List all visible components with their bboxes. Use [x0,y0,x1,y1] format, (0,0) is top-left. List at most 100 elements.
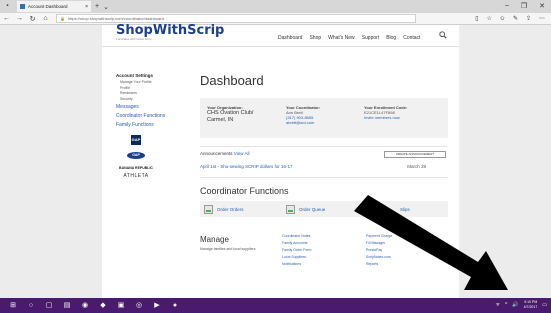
announcements-section: Announcements View All CREATE ANNOUNCEME… [200,146,448,178]
pen-icon[interactable]: ✎ [513,15,518,22]
start-icon[interactable]: ⊞ [8,301,18,311]
order-icon [204,204,213,214]
manage-links-col1: Coordinator Notes Family Accounts Family… [282,233,311,268]
banana-republic-logo[interactable]: BANANA REPUBLIC [116,166,156,170]
announcement-link[interactable]: April 1st - Sho-sewing SCRIP dollars for… [200,164,292,169]
favicon-icon [20,4,25,9]
nav-dashboard[interactable]: Dashboard [278,35,302,41]
favorites-hub-icon[interactable]: ✩ [500,15,505,22]
tab-actions-icon[interactable]: ▪ [4,3,11,10]
create-announcement-button[interactable]: CREATE ANNOUNCEMENT [384,151,446,158]
manage-link[interactable]: Local Suppliers [282,254,311,261]
order-queue-label: Order Queue [299,206,326,212]
reading-view-icon[interactable]: ▯ [475,15,478,22]
nav-blog[interactable]: Blog [386,35,396,41]
manage-link[interactable]: Payment Charge [366,233,392,240]
site-logo[interactable]: ShopWithScrip [116,23,224,38]
sidebar: Account Settings Manage Your Profile Pro… [116,73,182,179]
organization-info: Your Organization: CHS Ovation Club/ Car… [207,105,267,124]
sidebar-item-coordinator-functions[interactable]: Coordinator Functions [116,113,182,120]
address-text: https://shop.shopwithscrip.com/coordinat… [67,16,164,21]
volume-icon[interactable]: 🔊 [512,302,518,308]
coordinator-email[interactable]: abrett@aol.com [286,120,320,125]
account-info-box: Your Organization: CHS Ovation Club/ Car… [200,98,448,138]
sidebar-item-security[interactable]: Security [116,97,182,103]
manage-heading: Manage [200,235,229,244]
new-tab-button[interactable]: + [95,3,99,10]
page-title: Dashboard [200,73,264,88]
slips-button[interactable]: Slips [400,204,410,214]
taskbar-clock[interactable]: 9:10 PM 4/7/2017 [524,300,538,309]
system-tray: ᯤ ^ 🔊 9:10 PM 4/7/2017 ▭ [495,300,547,309]
sidebar-item-messages[interactable]: Messages [116,104,182,111]
manage-link[interactable]: PrestoPay [366,247,392,254]
photos-icon[interactable]: ◎ [134,301,144,311]
tab-list-button[interactable]: ⌄ [103,3,109,11]
account-settings-heading: Account Settings [116,73,154,78]
window-controls: – ❐ ✕ [505,2,545,10]
browser-toolbar-right: ▯ ☆ ✩ ✎ ⇪ ⋯ [475,15,545,22]
favorite-star-icon[interactable]: ☆ [487,15,492,22]
share-icon[interactable]: ⇪ [526,15,531,22]
tray-expand-icon[interactable]: ^ [505,302,507,308]
manage-link[interactable]: Coordinator Notes [282,233,311,240]
nav-shop[interactable]: Shop [309,35,321,41]
brand-logos: GAP GAP BANANA REPUBLIC ATHLETA [116,135,156,179]
order-orders-button[interactable]: Order Orders [204,204,244,214]
tab-close-icon[interactable]: × [85,4,88,10]
manage-link[interactable]: Family Accounts [282,240,311,247]
file-explorer-icon[interactable]: ▤ [62,301,72,311]
store-icon[interactable]: ▣ [116,301,126,311]
coordinator-info: Your Coordinator: Ann Brett (317) 903-86… [286,105,320,125]
slips-label: Slips [400,206,410,212]
task-view-icon[interactable]: ▢ [44,301,54,311]
firefox-icon[interactable]: ● [170,301,180,311]
more-icon[interactable]: ⋯ [539,15,545,22]
nav-contact[interactable]: Contact [403,35,420,41]
manage-links-col2: Payment Charge Fill Manager PrestoPay Sc… [366,233,392,268]
refresh-icon[interactable]: ↻ [26,15,39,23]
browser-tabbar: ▪ Account Dashboard × + ⌄ – ❐ ✕ [0,0,551,13]
site-logo-tagline: Fundraise with Great Scrip [116,37,152,41]
athleta-logo[interactable]: ATHLETA [116,173,156,179]
site-header: ShopWithScrip Fundraise with Great Scrip… [102,23,459,47]
coordinator-functions-heading: Coordinator Functions [200,186,289,196]
network-icon[interactable]: ᯤ [495,302,500,308]
nav-support[interactable]: Support [362,35,380,41]
back-icon[interactable]: ← [0,15,13,22]
organization-value: CHS Ovation Club/ Carmel, IN [207,110,254,123]
browser-tab[interactable]: Account Dashboard × [17,1,91,12]
maximize-icon[interactable]: ❐ [521,2,527,10]
minimize-icon[interactable]: – [505,2,509,10]
gap-square-logo[interactable]: GAP [131,135,141,145]
view-all-link[interactable]: View All [234,151,250,156]
manage-link[interactable]: Family Order Form [282,247,311,254]
sidebar-item-family-functions[interactable]: Family Functions [116,122,182,129]
content-sheet: ShopWithScrip Fundraise with Great Scrip… [102,23,459,298]
manage-link[interactable]: ScripNotes.com [366,254,392,261]
dropbox-icon[interactable]: ◆ [98,301,108,311]
manage-description: Manage families and local suppliers [200,247,256,251]
browser-navbar: ← → ↻ ⌂ 🔒 https://shop.shopwithscrip.com… [0,13,551,25]
forward-icon[interactable]: → [13,15,26,22]
page-background: ShopWithScrip Fundraise with Great Scrip… [0,23,551,298]
manage-link[interactable]: Fill Manager [366,240,392,247]
invite-members-link[interactable]: Invite members now [364,115,407,120]
media-icon[interactable]: ▶ [152,301,162,311]
chrome-icon[interactable]: ◉ [80,301,90,311]
search-icon[interactable] [439,31,447,39]
order-queue-button[interactable]: Order Queue [286,204,325,214]
close-window-icon[interactable]: ✕ [539,2,545,10]
home-icon[interactable]: ⌂ [39,15,52,22]
coordinator-functions-bar: Order Orders Order Queue Slips [200,201,448,217]
gap-oval-logo[interactable]: GAP [127,152,145,159]
manage-link[interactable]: Reports [366,261,392,268]
announcement-date: March 28 [407,164,426,169]
enrollment-info: Your Enrollment Code: E21CE1L47F898 Invi… [364,105,407,120]
address-bar[interactable]: 🔒 https://shop.shopwithscrip.com/coordin… [56,14,416,23]
manage-link[interactable]: Notifications [282,261,311,268]
notifications-icon[interactable]: ▭ [542,302,547,308]
windows-taskbar: ⊞ ○ ▢ ▤ ◉ ◆ ▣ ◎ ▶ ● ᯤ ^ 🔊 9:10 PM 4/7/20… [0,298,551,313]
search-taskbar-icon[interactable]: ○ [26,301,36,311]
nav-whats-new[interactable]: What's New [328,35,355,41]
